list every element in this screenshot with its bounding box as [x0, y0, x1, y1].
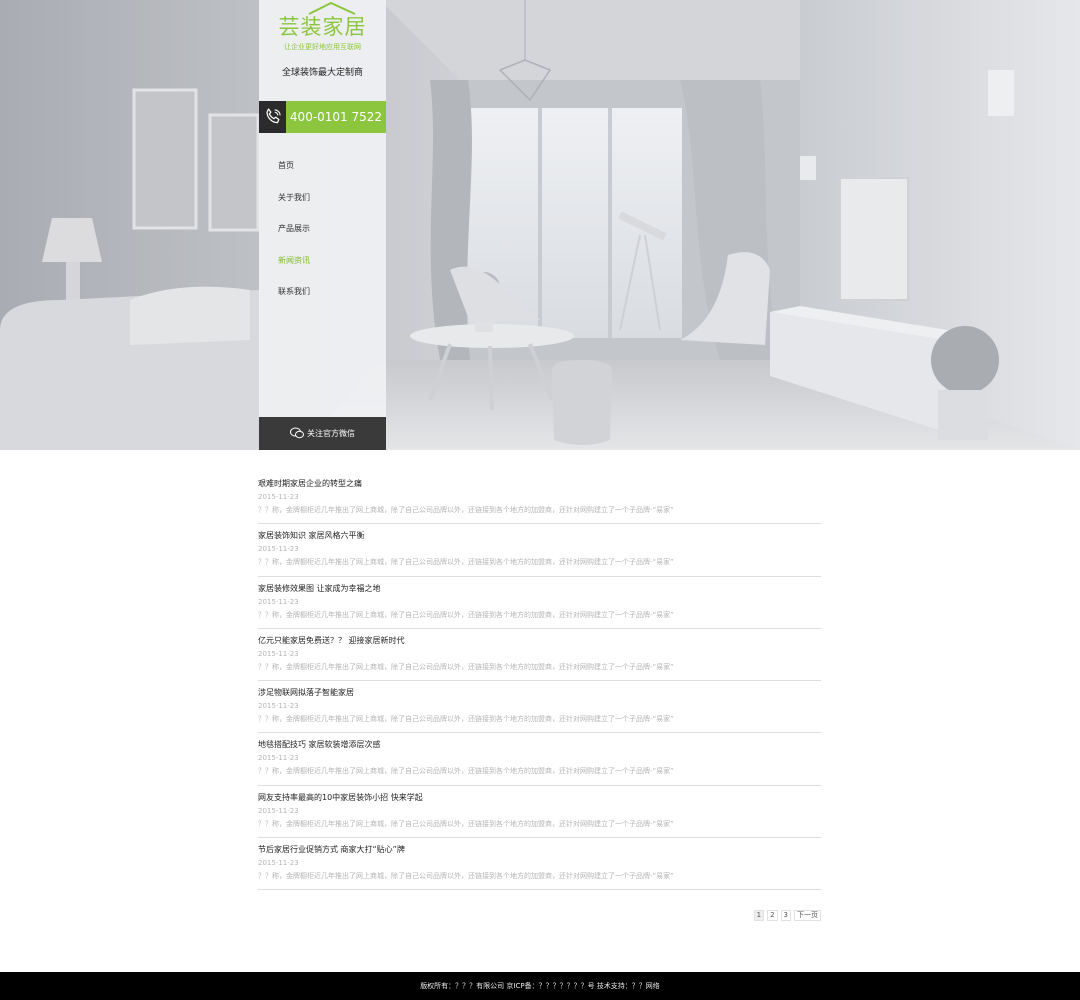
news-title[interactable]: 节后家居行业促销方式 商家大打“贴心”牌 [258, 844, 821, 855]
nav-item-contact[interactable]: 联系我们 [259, 281, 386, 313]
news-excerpt: ？？称，金牌橱柜近几年推出了网上商城，除了自己公司品牌以外，还链接到各个地方的加… [258, 872, 674, 881]
nav-item-news[interactable]: 新闻资讯 [259, 250, 386, 282]
tagline: 全球装饰最大定制商 [281, 68, 363, 78]
news-date: 2015-11-23 [258, 597, 299, 606]
news-title[interactable]: 网友支持率最高的10中家居装饰小招 快来学起 [258, 792, 821, 803]
footer: 版权所有：？？？有限公司 京ICP备：？？？？？？？号 技术支持：？？网络 [0, 972, 1080, 1000]
nav-item-products[interactable]: 产品展示 [259, 218, 386, 250]
news-list: 艰难时期家居企业的转型之痛 2015-11-23 ？？称，金牌橱柜近几年推出了网… [258, 472, 821, 891]
main-nav: 首页 关于我们 产品展示 新闻资讯 联系我们 [259, 155, 386, 313]
wechat-icon [290, 427, 304, 439]
news-title[interactable]: 家居装修效果图 让家成为幸福之地 [258, 583, 821, 594]
news-excerpt: ？？称，金牌橱柜近几年推出了网上商城，除了自己公司品牌以外，还链接到各个地方的加… [258, 506, 674, 514]
pagination: 1 2 3 下一页 [753, 910, 821, 921]
phone-box: 400-0101 7522 [259, 101, 386, 133]
logo-slogan: 让企业更好地应用互联网 [284, 43, 361, 51]
page-button-1[interactable]: 1 [753, 910, 765, 921]
news-excerpt: ？？称，金牌橱柜近几年推出了网上商城，除了自己公司品牌以外，还链接到各个地方的加… [258, 610, 674, 619]
phone-icon [259, 101, 286, 133]
news-title[interactable]: 涉足物联网拟落子智能家居 [258, 687, 821, 698]
logo[interactable]: 芸装家居 让企业更好地应用互联网 [259, 0, 386, 60]
sidebar: 芸装家居 让企业更好地应用互联网 全球装饰最大定制商 400-0101 7522… [259, 0, 386, 450]
news-date: 2015-11-23 [258, 754, 299, 763]
page-button-2[interactable]: 2 [767, 910, 778, 921]
news-excerpt: ？？称，金牌橱柜近几年推出了网上商城，除了自己公司品牌以外，还链接到各个地方的加… [258, 819, 674, 828]
footer-copyright: 版权所有：？？？有限公司 京ICP备：？？？？？？？号 技术支持：？？网络 [420, 982, 660, 990]
news-item: 地毯搭配技巧 家居软装增添层次感 2015-11-23 ？？称，金牌橱柜近几年推… [258, 733, 821, 786]
next-page-button[interactable]: 下一页 [794, 910, 821, 921]
news-item: 网友支持率最高的10中家居装饰小招 快来学起 2015-11-23 ？？称，金牌… [258, 786, 821, 839]
logo-text: 芸装家居 [278, 15, 367, 39]
phone-number: 400-0101 7522 [286, 101, 386, 133]
page-button-3[interactable]: 3 [780, 910, 791, 921]
news-date: 2015-11-23 [258, 493, 299, 501]
news-item: 艰难时期家居企业的转型之痛 2015-11-23 ？？称，金牌橱柜近几年推出了网… [258, 472, 821, 525]
news-item: 节后家居行业促销方式 商家大打“贴心”牌 2015-11-23 ？？称，金牌橱柜… [258, 838, 821, 891]
news-date: 2015-11-23 [258, 859, 299, 868]
news-date: 2015-11-23 [258, 806, 299, 815]
news-title[interactable]: 艰难时期家居企业的转型之痛 [258, 478, 821, 489]
news-excerpt: ？？称，金牌橱柜近几年推出了网上商城，除了自己公司品牌以外，还链接到各个地方的加… [258, 715, 674, 724]
hero-room-image [0, 0, 1080, 450]
news-title[interactable]: 地毯搭配技巧 家居软装增添层次感 [258, 739, 821, 750]
news-date: 2015-11-23 [258, 545, 299, 554]
nav-item-home[interactable]: 首页 [259, 155, 386, 187]
news-item: 家居装饰知识 家居风格六平衡 2015-11-23 ？？称，金牌橱柜近几年推出了… [258, 524, 821, 577]
news-date: 2015-11-23 [258, 649, 299, 658]
news-excerpt: ？？称，金牌橱柜近几年推出了网上商城，除了自己公司品牌以外，还链接到各个地方的加… [258, 767, 674, 776]
wechat-label: 关注官方微信 [307, 429, 355, 438]
news-excerpt: ？？称，金牌橱柜近几年推出了网上商城，除了自己公司品牌以外，还链接到各个地方的加… [258, 558, 674, 567]
wechat-follow-button[interactable]: 关注官方微信 [259, 417, 386, 450]
news-title[interactable]: 亿元只能家居免费送？？ 迎接家居新时代 [258, 635, 821, 646]
nav-item-about[interactable]: 关于我们 [259, 187, 386, 219]
news-title[interactable]: 家居装饰知识 家居风格六平衡 [258, 530, 821, 541]
news-excerpt: ？？称，金牌橱柜近几年推出了网上商城，除了自己公司品牌以外，还链接到各个地方的加… [258, 662, 674, 671]
news-item: 涉足物联网拟落子智能家居 2015-11-23 ？？称，金牌橱柜近几年推出了网上… [258, 681, 821, 734]
news-item: 亿元只能家居免费送？？ 迎接家居新时代 2015-11-23 ？？称，金牌橱柜近… [258, 629, 821, 682]
news-item: 家居装修效果图 让家成为幸福之地 2015-11-23 ？？称，金牌橱柜近几年推… [258, 577, 821, 629]
news-date: 2015-11-23 [258, 702, 299, 711]
hero-banner [0, 0, 1080, 450]
